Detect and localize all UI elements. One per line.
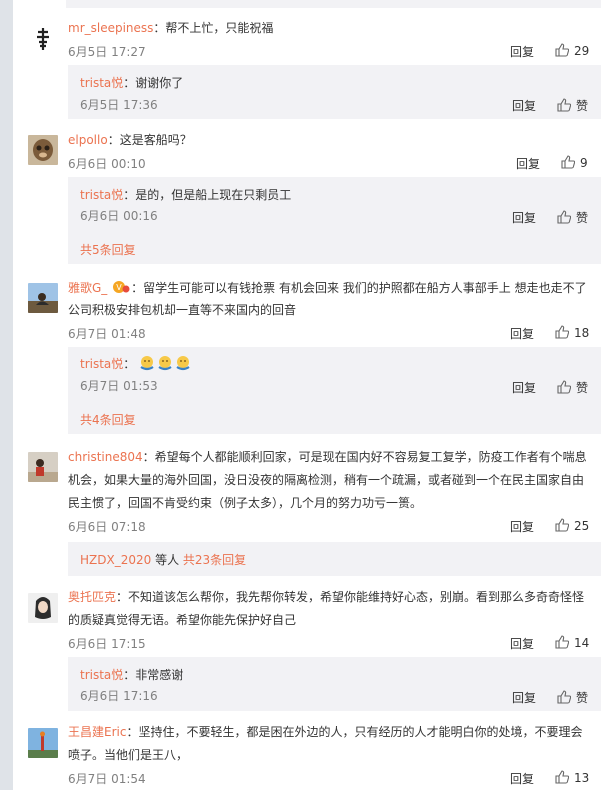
more-replies-link[interactable]: 共4条回复	[80, 411, 136, 428]
username-link[interactable]: trista悦	[80, 188, 123, 202]
reply-time: 6月6日 00:16	[80, 209, 158, 223]
avatar[interactable]	[28, 452, 58, 482]
comment-text-line: 民主惯了，回国不肯受约束（例子太多），几个月的努力功亏一篑。	[68, 496, 423, 510]
top-reply-box-edge	[66, 0, 601, 8]
username-link[interactable]: HZDX_2020	[80, 553, 151, 567]
thumbs-up-icon	[555, 518, 569, 532]
like-button[interactable]: 赞	[557, 97, 588, 114]
comment-text: 王昌建Eric：坚持住，不要轻生，都是困在外边的人，只有经历的人才能明白你的处境…	[68, 725, 583, 739]
reply-text: trista悦：是的，但是船上现在只剩员工	[80, 188, 292, 202]
comment-text: 雅歌G_ V ：留学生可能可以有钱抢票 有机会回来 我们的护照都在船方人事部手上…	[68, 281, 587, 295]
comment-time: 6月7日 01:54	[68, 772, 146, 786]
reply-text: trista悦：谢谢你了	[80, 76, 184, 90]
reply-box: trista悦： 6月7日 01:53 回复 赞 共4条回复	[68, 347, 601, 434]
like-button[interactable]: 赞	[557, 379, 588, 396]
reply-button[interactable]: 回复	[510, 518, 534, 535]
reply-summary: HZDX_2020 等人 共23条回复	[80, 553, 247, 567]
username-link[interactable]: mr_sleepiness	[68, 21, 153, 35]
reply-button[interactable]: 回复	[510, 43, 534, 60]
reply-box: HZDX_2020 等人 共23条回复	[68, 542, 601, 576]
thumbs-up-icon	[555, 770, 569, 784]
comment-text: mr_sleepiness：帮不上忙，只能祝福	[68, 21, 274, 35]
username-link[interactable]: christine804	[68, 450, 143, 464]
like-button[interactable]: 9	[561, 155, 588, 170]
like-button[interactable]: 13	[555, 770, 589, 785]
more-replies-link[interactable]: 共23条回复	[183, 553, 246, 567]
username-link[interactable]: elpollo	[68, 133, 108, 147]
like-button[interactable]: 29	[555, 43, 589, 58]
comment-time: 6月6日 00:10	[68, 157, 146, 171]
thumbs-up-icon	[561, 155, 575, 169]
thumbs-up-icon	[557, 98, 571, 112]
comment-time: 6月6日 17:15	[68, 637, 146, 651]
username-link[interactable]: 奥托匹克	[68, 590, 116, 604]
reply-text: trista悦：非常感谢	[80, 668, 184, 682]
avatar[interactable]	[28, 728, 58, 758]
avatar[interactable]	[28, 593, 58, 623]
reply-box: trista悦：非常感谢 6月6日 17:16 回复 赞	[68, 657, 601, 711]
username-link[interactable]: 雅歌G_	[68, 281, 107, 295]
comment-time: 6月6日 07:18	[68, 520, 146, 534]
like-button[interactable]: 18	[555, 325, 589, 340]
avatar[interactable]	[28, 135, 58, 165]
vip-badge-icon: V	[113, 281, 130, 293]
username-link[interactable]: trista悦	[80, 76, 123, 90]
reply-button[interactable]: 回复	[512, 689, 536, 706]
reply-time: 6月7日 01:53	[80, 379, 158, 393]
like-button[interactable]: 赞	[557, 209, 588, 226]
thumbs-up-icon	[557, 210, 571, 224]
comment-text: christine804：希望每个人都能顺利回家，可是现在国内好不容易复工复学，…	[68, 450, 587, 464]
comment-text-line: 喷子。当他们是王八，	[68, 748, 189, 762]
hug-emoji-icon	[140, 356, 154, 371]
comment-text-line: 公司积极安排包机却一直等不来国内的回音	[68, 303, 297, 317]
reply-button[interactable]: 回复	[510, 325, 534, 342]
comment-text: 奥托匹克：不知道该怎么帮你，我先帮你转发，希望你能维持好心态，别崩。看到那么多奇…	[68, 590, 585, 604]
comment-text: elpollo：这是客船吗？	[68, 133, 192, 147]
thumbs-up-icon	[557, 690, 571, 704]
comment-text-line: 机会，如果大量的海外回国，没日没夜的隔离检测，稍有一个疏漏，或者碰到一个在民主国…	[68, 473, 585, 487]
comment-time: 6月7日 01:48	[68, 327, 146, 341]
reply-box: trista悦：是的，但是船上现在只剩员工 6月6日 00:16 回复 赞 共5…	[68, 177, 601, 264]
like-button[interactable]: 14	[555, 635, 589, 650]
reply-time: 6月6日 17:16	[80, 689, 158, 703]
like-button[interactable]: 25	[555, 518, 589, 533]
thumbs-up-icon	[555, 43, 569, 57]
comment-time: 6月5日 17:27	[68, 45, 146, 59]
hug-emoji-icon	[158, 356, 172, 371]
reply-button[interactable]: 回复	[512, 209, 536, 226]
reply-button[interactable]: 回复	[510, 635, 534, 652]
like-button[interactable]: 赞	[557, 689, 588, 706]
username-link[interactable]: 王昌建Eric	[68, 725, 126, 739]
username-link[interactable]: trista悦	[80, 357, 123, 371]
reply-button[interactable]: 回复	[512, 97, 536, 114]
comment-text-line: 的质疑真觉得无语。希望你能先保护好自己	[68, 613, 297, 627]
thumbs-up-icon	[557, 380, 571, 394]
thumbs-up-icon	[555, 325, 569, 339]
reply-button[interactable]: 回复	[510, 770, 534, 787]
hug-emoji-icon	[176, 356, 190, 371]
reply-button[interactable]: 回复	[516, 155, 540, 172]
reply-button[interactable]: 回复	[512, 379, 536, 396]
username-link[interactable]: trista悦	[80, 668, 123, 682]
thumbs-up-icon	[555, 635, 569, 649]
reply-text: trista悦：	[80, 354, 193, 374]
reply-box: trista悦：谢谢你了 6月5日 17:36 回复 赞	[68, 65, 601, 119]
more-replies-link[interactable]: 共5条回复	[80, 241, 136, 258]
avatar[interactable]	[28, 24, 58, 54]
avatar[interactable]	[28, 283, 58, 313]
comment-panel: mr_sleepiness：帮不上忙，只能祝福 6月5日 17:27 回复 29…	[13, 0, 605, 790]
reply-time: 6月5日 17:36	[80, 98, 158, 112]
svg-text:V: V	[116, 283, 122, 292]
